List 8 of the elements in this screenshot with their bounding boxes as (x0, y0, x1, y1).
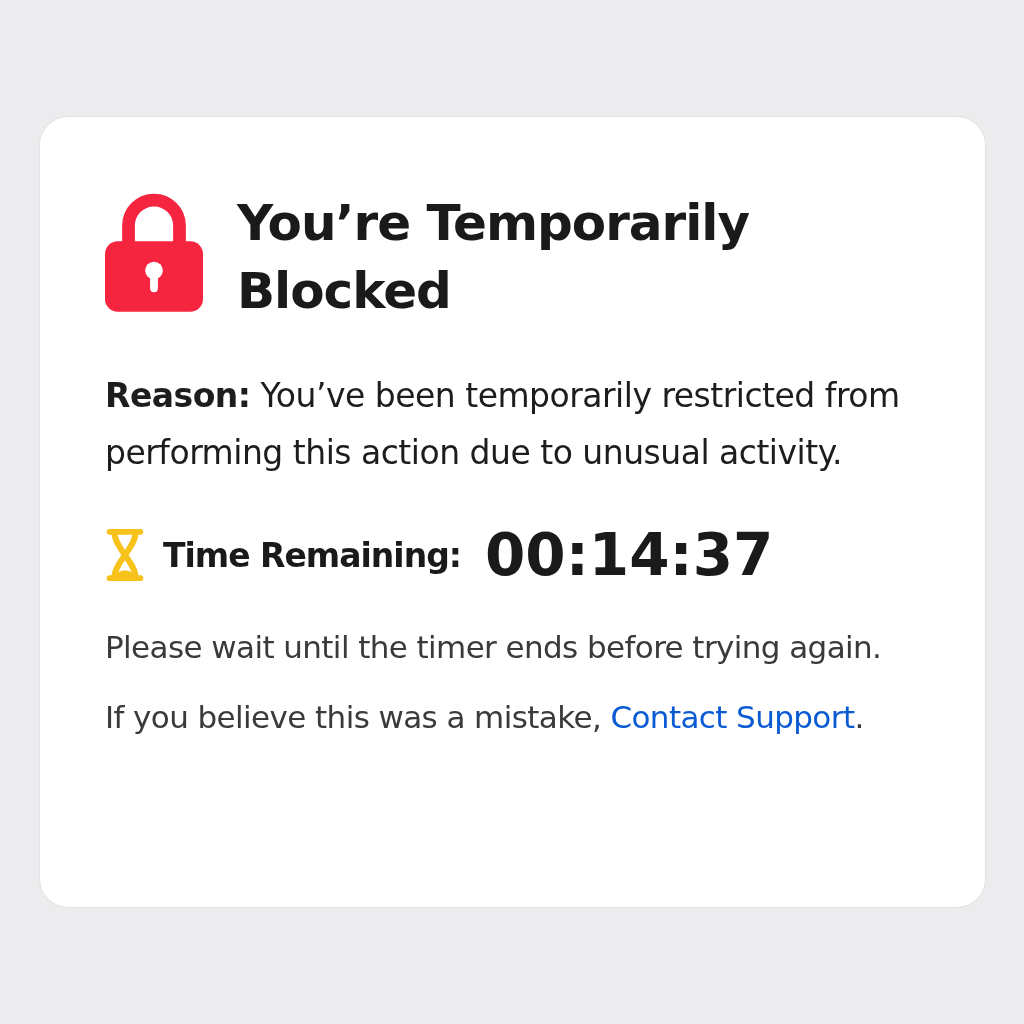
support-text: If you believe this was a mistake, Contact Support. (105, 699, 865, 735)
instruction-text: Please wait until the timer ends before trying again. (105, 629, 883, 665)
contact-support-link[interactable]: Contact Support (610, 699, 855, 735)
timer-label: Time Remaining: (163, 535, 461, 575)
reason-text: Reason: You’ve been temporarily restricted from performing this action due to unusual activity. (105, 375, 901, 474)
countdown-timer: 00:14:37 (484, 521, 774, 589)
hourglass-icon (105, 528, 145, 582)
page-title: You’re Temporarily Blocked (237, 193, 751, 322)
